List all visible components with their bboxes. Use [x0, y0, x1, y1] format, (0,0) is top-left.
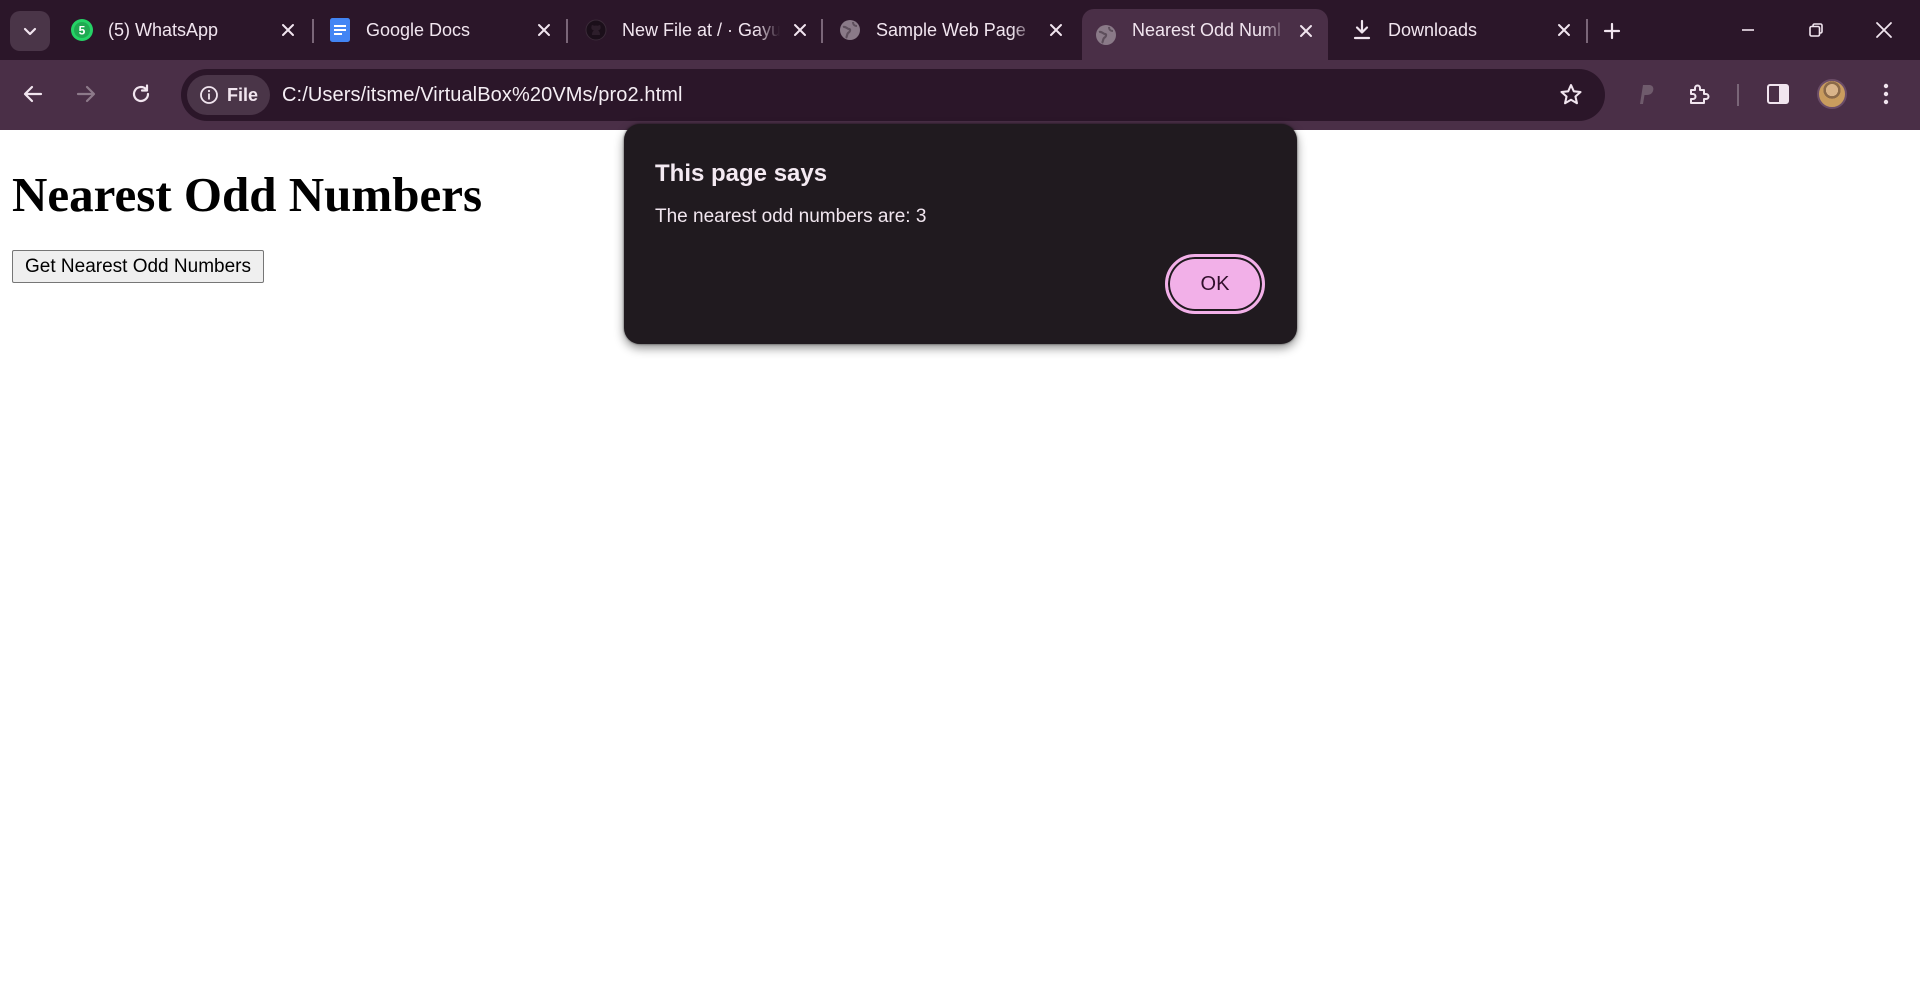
- minimize-button[interactable]: [1724, 10, 1772, 50]
- page-heading: Nearest Odd Numbers: [12, 167, 483, 222]
- google-docs-icon: [328, 18, 352, 42]
- bookmark-star-icon[interactable]: [1557, 81, 1585, 109]
- tab-nearest-odd-numbers[interactable]: Nearest Odd Numl: [1082, 9, 1328, 60]
- tab-title: Downloads: [1388, 19, 1478, 40]
- restore-button[interactable]: [1792, 10, 1840, 50]
- tab-strip: 5 (5) WhatsApp Google Docs New File at /…: [0, 0, 1920, 60]
- tab-title: Google Docs: [366, 19, 471, 40]
- more-menu-icon[interactable]: [1866, 74, 1906, 114]
- reload-button[interactable]: [121, 74, 161, 114]
- site-info-label: File: [227, 84, 259, 105]
- tab-separator: [821, 19, 823, 43]
- paypal-extension-icon[interactable]: [1625, 74, 1665, 114]
- download-icon: [1350, 18, 1374, 42]
- info-icon: [199, 85, 219, 105]
- tab-downloads[interactable]: Downloads: [1350, 9, 1576, 51]
- minimize-icon: [1742, 29, 1754, 31]
- tab-separator: [312, 19, 314, 43]
- close-icon[interactable]: [1552, 18, 1576, 42]
- tab-title: Nearest Odd Numl: [1132, 20, 1282, 40]
- tab-google-docs[interactable]: Google Docs: [328, 9, 556, 51]
- restore-icon: [1809, 23, 1823, 37]
- alert-dialog: This page says The nearest odd numbers a…: [624, 124, 1297, 344]
- close-icon: [1876, 22, 1892, 38]
- plus-icon: [1603, 22, 1621, 40]
- reload-icon: [132, 84, 150, 103]
- browser-toolbar: File C:/Users/itsme/VirtualBox%20VMs/pro…: [0, 60, 1920, 130]
- tab-whatsapp[interactable]: 5 (5) WhatsApp: [70, 9, 300, 51]
- dialog-message: The nearest odd numbers are: 3: [655, 206, 927, 227]
- site-info-chip[interactable]: File: [187, 75, 271, 115]
- tab-title: (5) WhatsApp: [108, 19, 219, 40]
- toolbar-separator: [1737, 84, 1739, 106]
- close-icon[interactable]: [1044, 18, 1068, 42]
- tab-title: Sample Web Page: [876, 19, 1026, 40]
- side-panel-icon[interactable]: [1758, 74, 1798, 114]
- whatsapp-icon: 5: [70, 18, 94, 42]
- tab-github-new-file[interactable]: New File at / · Gayu: [584, 9, 812, 51]
- close-icon[interactable]: [276, 18, 300, 42]
- tab-separator: [566, 19, 568, 43]
- github-icon: [584, 18, 608, 42]
- url-text[interactable]: C:/Users/itsme/VirtualBox%20VMs/pro2.htm…: [282, 84, 683, 107]
- tab-title: New File at / · Gayu: [622, 19, 780, 40]
- forward-button[interactable]: [66, 74, 106, 114]
- arrow-right-icon: [76, 85, 96, 103]
- close-icon[interactable]: [788, 18, 812, 42]
- new-tab-button[interactable]: [1594, 13, 1630, 49]
- tab-separator: [1586, 19, 1588, 43]
- back-button[interactable]: [13, 74, 53, 114]
- close-icon[interactable]: [532, 18, 556, 42]
- get-nearest-odd-numbers-button[interactable]: Get Nearest Odd Numbers: [12, 250, 264, 283]
- globe-icon: [1094, 23, 1118, 47]
- svg-text:5: 5: [79, 24, 86, 38]
- tab-search-button[interactable]: [10, 11, 50, 51]
- close-icon[interactable]: [1294, 19, 1318, 43]
- arrow-left-icon: [23, 85, 43, 103]
- profile-avatar[interactable]: [1817, 79, 1847, 109]
- extensions-icon[interactable]: [1679, 74, 1719, 114]
- tab-sample-web-page[interactable]: Sample Web Page: [838, 9, 1068, 51]
- ok-button[interactable]: OK: [1165, 254, 1265, 314]
- globe-icon: [838, 18, 862, 42]
- close-window-button[interactable]: [1860, 10, 1908, 50]
- chevron-down-icon: [23, 27, 37, 36]
- dialog-title: This page says: [655, 160, 828, 187]
- address-bar[interactable]: File C:/Users/itsme/VirtualBox%20VMs/pro…: [181, 69, 1605, 121]
